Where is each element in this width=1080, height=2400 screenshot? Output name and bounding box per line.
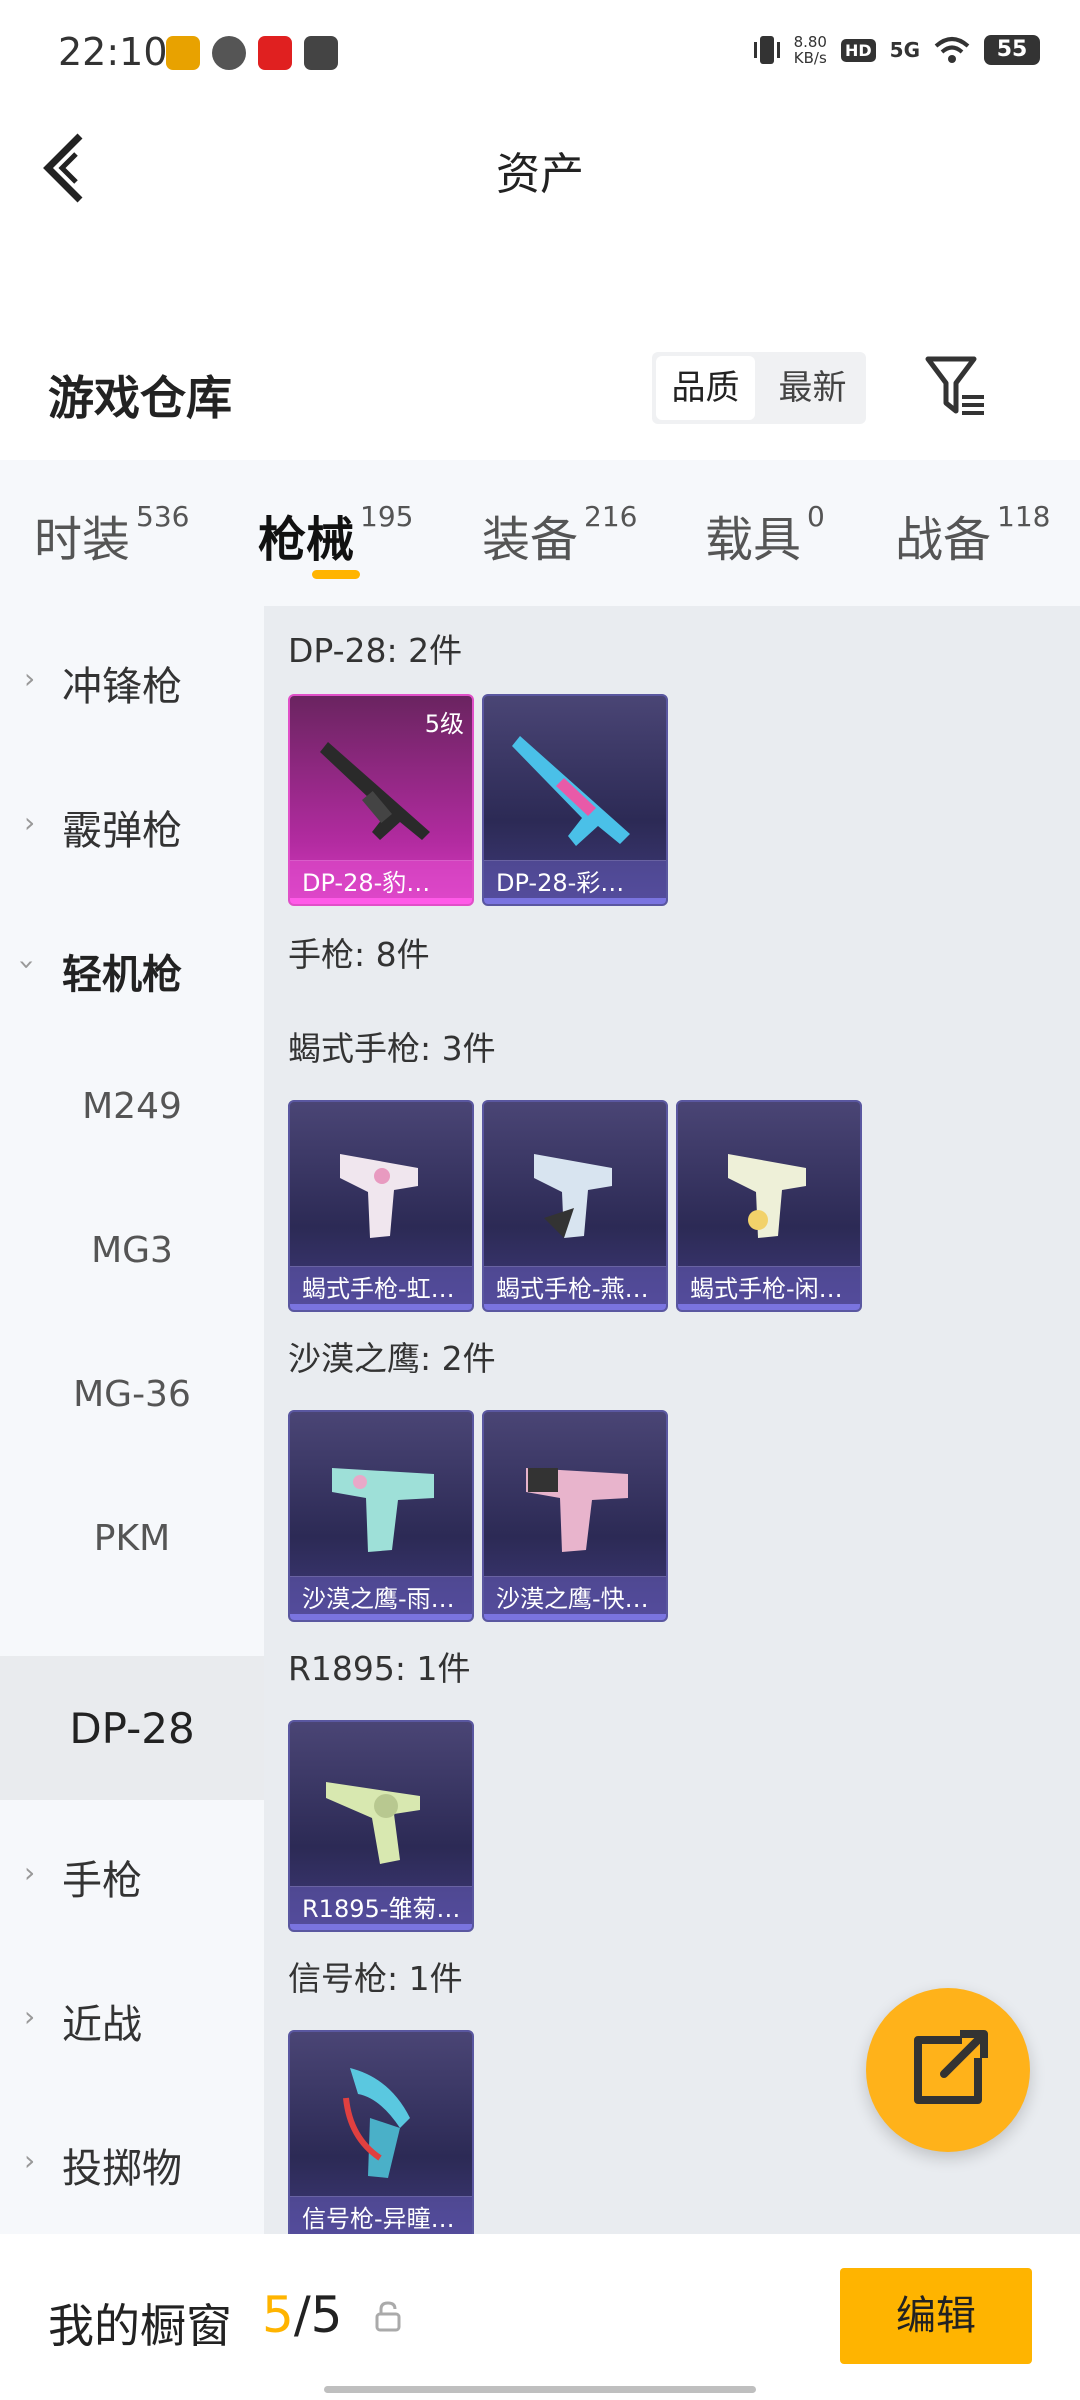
rarity-bar	[290, 1924, 472, 1930]
pistol-skin-icon	[332, 1468, 434, 1552]
group-title: 信号枪: 1件	[288, 1959, 463, 1998]
sidebar-item-throwables[interactable]: › 投掷物	[0, 2088, 264, 2232]
weapon-category-sidebar: › 冲锋枪 › 霰弹枪 › 轻机枪 M249 MG3 MG-36 PKM DP-…	[0, 606, 264, 2234]
sort-option-quality[interactable]: 品质	[656, 356, 755, 420]
item-card[interactable]: 沙漠之鹰-快…	[482, 1410, 668, 1622]
item-card[interactable]: 蝎式手枪-燕…	[482, 1100, 668, 1312]
notification-icons	[166, 36, 338, 70]
sidebar-subitem-mg3[interactable]: MG3	[0, 1182, 264, 1326]
item-card[interactable]: 5级 DP-28-豹…	[288, 694, 474, 906]
vibrate-icon	[753, 36, 780, 64]
home-indicator[interactable]	[324, 2386, 756, 2393]
pistol-skin-icon	[526, 1468, 628, 1552]
hd-icon: HD	[840, 38, 876, 62]
sidebar-item-label: DP-28	[69, 1704, 195, 1753]
app-notification-icon	[258, 36, 292, 70]
rarity-bar	[290, 898, 472, 904]
item-card[interactable]: R1895-雏菊…	[288, 1720, 474, 1932]
sidebar-item-label: MG-36	[73, 1374, 191, 1415]
sort-toggle: 品质 最新	[652, 352, 866, 424]
sidebar-item-label: 手枪	[62, 1858, 142, 1904]
group-title: R1895: 1件	[288, 1649, 471, 1688]
rarity-bar	[678, 1304, 860, 1310]
sidebar-item-label: 轻机枪	[62, 952, 182, 998]
item-card[interactable]: DP-28-彩…	[482, 694, 668, 906]
chevron-right-icon: ›	[24, 2000, 36, 2033]
share-button[interactable]	[866, 1988, 1030, 2152]
sort-option-newest[interactable]: 最新	[759, 352, 866, 424]
share-external-icon	[914, 2030, 988, 2104]
sidebar-item-label: M249	[82, 1086, 182, 1127]
lmg-skin-icon	[320, 742, 430, 840]
revolver-skin-icon	[326, 1782, 420, 1864]
rarity-bar	[484, 898, 666, 904]
item-card[interactable]: 蝎式手枪-闲…	[676, 1100, 862, 1312]
net-speed: 8.80 KB/s	[793, 33, 827, 67]
chevron-right-icon: ›	[24, 806, 36, 839]
item-name: 信号枪-异瞳…	[290, 2196, 472, 2234]
filter-button[interactable]	[924, 355, 986, 419]
sidebar-item-label: 霰弹枪	[62, 808, 182, 854]
showcase-count: 5/5	[262, 2286, 343, 2344]
item-card[interactable]: 蝎式手枪-虹…	[288, 1100, 474, 1312]
sidebar-item-label: PKM	[93, 1518, 171, 1559]
sidebar-subitem-pkm[interactable]: PKM	[0, 1470, 264, 1614]
tab-fashion[interactable]: 时装 536	[34, 500, 189, 570]
group-title: 沙漠之鹰: 2件	[288, 1339, 496, 1378]
rarity-bar	[290, 1304, 472, 1310]
wifi-icon	[934, 37, 970, 63]
chevron-right-icon: ›	[24, 2144, 36, 2177]
sidebar-item-label: 投掷物	[62, 2146, 182, 2192]
sidebar-item-smg[interactable]: › 冲锋枪	[0, 606, 264, 750]
category-tabs: 时装 536 枪械 195 装备 216 载具 0 战备 118	[0, 460, 1080, 606]
lock-icon	[375, 2301, 401, 2332]
section-title: 游戏仓库	[48, 371, 232, 425]
app-notification-icon	[304, 36, 338, 70]
sidebar-item-shotgun[interactable]: › 霰弹枪	[0, 750, 264, 894]
showcase-label: 我的橱窗	[48, 2299, 232, 2353]
tab-vehicles[interactable]: 载具 0	[705, 500, 825, 570]
item-card[interactable]: 沙漠之鹰-雨…	[288, 1410, 474, 1622]
sidebar-item-lmg[interactable]: › 轻机枪	[0, 894, 264, 1038]
chevron-down-icon: ›	[11, 958, 45, 971]
edit-button[interactable]: 编辑	[840, 2268, 1032, 2364]
page-title: 资产	[496, 149, 584, 200]
sidebar-item-label: MG3	[91, 1230, 173, 1271]
lmg-skin-icon	[512, 736, 630, 846]
rarity-bar	[484, 1304, 666, 1310]
sidebar-subitem-dp28[interactable]: DP-28	[0, 1656, 264, 1800]
smg-skin-icon	[340, 1154, 418, 1238]
signal-icon: 5G	[889, 38, 920, 62]
sidebar-item-label: 近战	[62, 2002, 142, 2048]
sidebar-item-label: 冲锋枪	[62, 664, 182, 710]
rarity-bar	[484, 1614, 666, 1620]
active-tab-indicator	[312, 570, 360, 579]
bottom-bar: 我的橱窗 5/5 编辑	[0, 2234, 1080, 2400]
battery-icon: 55	[984, 35, 1040, 65]
smg-skin-icon	[728, 1154, 806, 1238]
tab-equipment[interactable]: 装备 216	[482, 500, 637, 570]
tab-supplies[interactable]: 战备 118	[895, 500, 1050, 570]
app-notification-icon	[212, 36, 246, 70]
tab-firearms[interactable]: 枪械 195	[258, 500, 413, 570]
group-title: 手枪: 8件	[288, 935, 430, 974]
filter-icon	[925, 356, 984, 415]
chevron-right-icon: ›	[24, 662, 36, 695]
status-indicators: 8.80 KB/s HD 5G 55	[753, 32, 1040, 68]
sidebar-subitem-mg36[interactable]: MG-36	[0, 1326, 264, 1470]
item-card[interactable]: 信号枪-异瞳…	[288, 2030, 474, 2234]
status-time: 22:10	[58, 30, 168, 74]
status-bar: 22:10 8.80 KB/s HD 5G 55	[0, 0, 1080, 100]
group-title: 蝎式手枪: 3件	[288, 1029, 496, 1068]
app-notification-icon	[166, 36, 200, 70]
sidebar-subitem-m249[interactable]: M249	[0, 1038, 264, 1182]
chevron-right-icon: ›	[24, 1856, 36, 1889]
sidebar-item-melee[interactable]: › 近战	[0, 1944, 264, 2088]
smg-skin-icon	[534, 1154, 612, 1238]
group-title: DP-28: 2件	[288, 631, 463, 670]
rarity-bar	[290, 1614, 472, 1620]
sidebar-item-pistol[interactable]: › 手枪	[0, 1800, 264, 1944]
flare-gun-skin-icon	[343, 2068, 410, 2178]
